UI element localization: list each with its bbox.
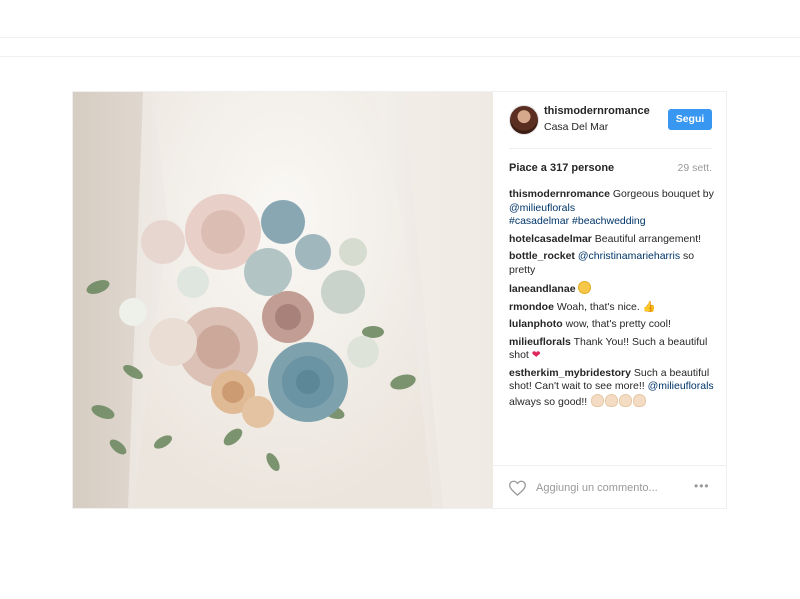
hashtag-link[interactable]: #beachwedding: [572, 215, 646, 227]
comment: milieuflorals Thank You!! Such a beautif…: [509, 336, 714, 363]
comment-username[interactable]: estherkim_mybridestory: [509, 367, 631, 379]
header-divider: [509, 148, 712, 149]
mention-link[interactable]: @milieuflorals: [648, 380, 714, 392]
comment-username[interactable]: hotelcasadelmar: [509, 233, 592, 245]
more-options-icon[interactable]: •••: [694, 479, 710, 493]
comment: hotelcasadelmar Beautiful arrangement!: [509, 233, 714, 247]
comment-text: Woah, that's nice.: [556, 300, 643, 313]
comment-username[interactable]: bottle_rocket: [509, 250, 575, 262]
comment-text: wow, that's pretty cool!: [565, 318, 671, 330]
follow-button[interactable]: Segui: [668, 109, 712, 130]
comment-username[interactable]: rmondoe: [509, 301, 554, 313]
comment: rmondoe Woah, that's nice. 👍: [509, 301, 714, 315]
post-location[interactable]: Casa Del Mar: [544, 121, 608, 133]
post-username[interactable]: thismodernromance: [544, 105, 650, 117]
comment-username[interactable]: lulanphoto: [509, 318, 563, 330]
comment: laneandlanae: [509, 281, 714, 297]
bouquet-photo-illustration: [73, 92, 493, 508]
smile-emoji-icon: [578, 281, 592, 294]
post-date: 29 sett.: [677, 162, 712, 174]
comment: estherkim_mybridestory Such a beautiful …: [509, 367, 714, 410]
heart-icon[interactable]: [509, 480, 526, 496]
post-sidebar: thismodernromance Casa Del Mar Segui Pia…: [493, 92, 726, 508]
comments-list: thismodernromance Gorgeous bouquet by @m…: [509, 188, 714, 413]
comment-username[interactable]: thismodernromance: [509, 188, 610, 200]
add-comment-input[interactable]: Aggiungi un commento...: [536, 482, 658, 494]
post-photo[interactable]: [73, 92, 493, 508]
page-divider-top-2: [0, 56, 800, 57]
comment-text: always so good!!: [509, 395, 591, 408]
heart-emoji-icon: ❤: [531, 349, 541, 361]
mention-link[interactable]: @milieuflorals: [509, 202, 575, 214]
comment-username[interactable]: laneandlanae: [509, 283, 576, 295]
clapping-emoji-icon: [633, 393, 647, 407]
post-header: thismodernromance Casa Del Mar Segui: [493, 92, 726, 148]
comment-text: Beautiful arrangement!: [594, 232, 702, 245]
clapping-emoji-icon: [605, 393, 619, 407]
comment: thismodernromance Gorgeous bouquet by @m…: [509, 188, 714, 229]
avatar[interactable]: [509, 105, 539, 135]
comment-footer: Aggiungi un commento... •••: [493, 465, 726, 509]
comment-username[interactable]: milieuflorals: [509, 336, 571, 348]
mention-link[interactable]: @christinamarieharris: [578, 250, 680, 262]
comment: bottle_rocket @christinamarieharris so p…: [509, 250, 714, 277]
thumbs-up-emoji-icon: 👍: [642, 300, 656, 313]
page-divider-top: [0, 37, 800, 38]
instagram-post: thismodernromance Casa Del Mar Segui Pia…: [73, 92, 726, 508]
clapping-emoji-icon: [591, 393, 605, 407]
comment-text: Gorgeous bouquet by: [612, 188, 714, 200]
clapping-emoji-icon: [619, 393, 633, 407]
likes-count[interactable]: Piace a 317 persone: [509, 162, 614, 174]
comment: lulanphoto wow, that's pretty cool!: [509, 318, 714, 332]
hashtag-link[interactable]: #casadelmar: [509, 215, 569, 227]
